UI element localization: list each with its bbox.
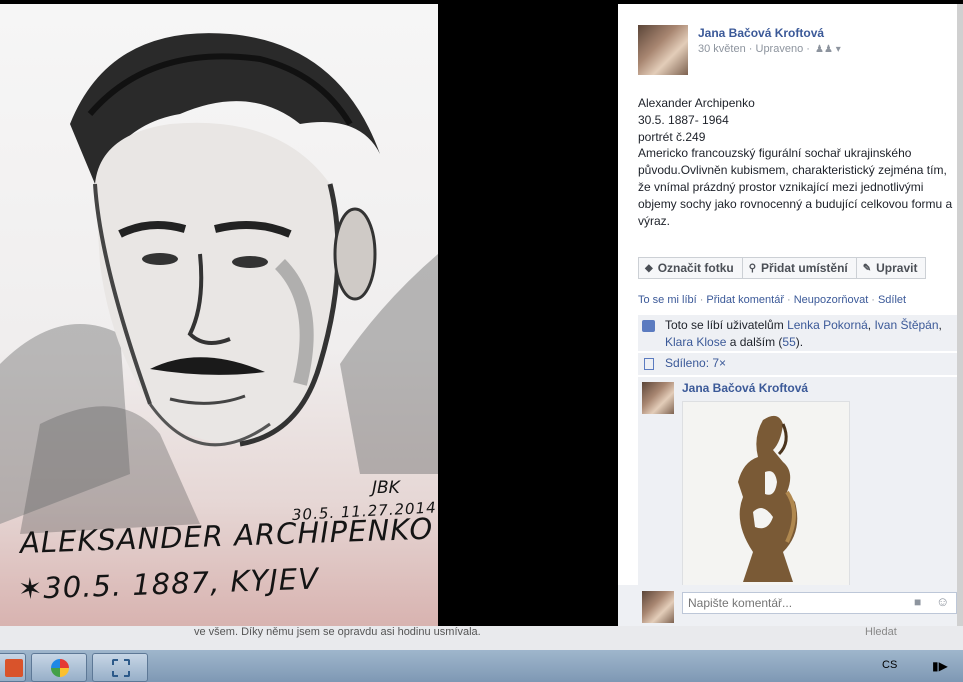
edit-button[interactable]: ✎ Upravit bbox=[855, 257, 927, 279]
camera-icon[interactable]: ■ bbox=[914, 595, 928, 609]
add-location-label: Přidat umístění bbox=[761, 261, 848, 275]
photo-viewer: JBK 30.5. 11.27.2014 ALEKSANDER ARCHIPEN… bbox=[0, 0, 963, 682]
unfollow-link[interactable]: Neupozorňovat bbox=[794, 294, 869, 306]
shares-link[interactable]: Sdíleno: 7× bbox=[665, 356, 726, 370]
comment: Jana Bačová Kroftová bbox=[638, 377, 958, 589]
post-sidebar: Jana Bačová Kroftová 30 květen · Upraven… bbox=[618, 4, 963, 626]
like-link[interactable]: To se mi líbí bbox=[638, 294, 697, 306]
likes-middle: a dalším ( bbox=[726, 334, 783, 349]
taskbar-app-button[interactable] bbox=[92, 653, 148, 682]
comment-photo[interactable] bbox=[682, 401, 850, 589]
commenter-avatar[interactable] bbox=[642, 382, 674, 414]
author-name[interactable]: Jana Bačová Kroftová bbox=[698, 26, 824, 40]
meta-separator: · bbox=[748, 43, 753, 55]
edit-label: Upravit bbox=[876, 261, 918, 275]
pencil-icon: ✎ bbox=[862, 262, 872, 274]
taskbar-app-button[interactable] bbox=[31, 653, 87, 682]
likes-text: Toto se líbí uživatelům Lenka Pokorná, I… bbox=[665, 317, 955, 350]
link-separator: · bbox=[787, 294, 791, 306]
app-icon bbox=[5, 659, 23, 677]
friends-icon[interactable]: ♟♟ ▾ bbox=[815, 44, 841, 55]
scrollbar[interactable] bbox=[957, 4, 963, 626]
post-date[interactable]: 30 květen bbox=[698, 43, 746, 55]
add-location-button[interactable]: ⚲ Přidat umístění bbox=[741, 257, 857, 279]
edited-label[interactable]: Upraveno bbox=[756, 43, 804, 55]
taskbar bbox=[0, 650, 963, 682]
post-meta: 30 květen · Upraveno · ♟♟ ▾ bbox=[698, 43, 841, 55]
post-text-line: portrét č.249 bbox=[638, 129, 706, 144]
artist-signature: JBK bbox=[372, 478, 400, 498]
shares-summary: Sdíleno: 7× bbox=[638, 353, 958, 375]
language-indicator[interactable]: CS bbox=[882, 659, 897, 671]
sculpture-image bbox=[738, 415, 798, 582]
current-user-avatar bbox=[642, 591, 674, 623]
picasa-icon bbox=[51, 659, 69, 677]
likes-suffix: ). bbox=[795, 334, 804, 349]
likes-prefix: Toto se líbí uživatelům bbox=[665, 318, 788, 332]
liker-link[interactable]: Klara Klose bbox=[665, 335, 726, 349]
tray-icons[interactable]: ▮▶ bbox=[932, 659, 948, 673]
emoji-icon[interactable]: ☺ bbox=[936, 594, 949, 609]
post-links: To se mi líbí · Přidat komentář · Neupozorňo… bbox=[638, 294, 906, 306]
snipping-tool-icon bbox=[112, 659, 130, 677]
post-description: Alexander Archipenko 30.5. 1887- 1964 po… bbox=[638, 95, 956, 229]
author-avatar[interactable] bbox=[638, 25, 688, 75]
share-link[interactable]: Sdílet bbox=[878, 294, 906, 306]
portrait-drawing[interactable]: JBK 30.5. 11.27.2014 ALEKSANDER ARCHIPEN… bbox=[0, 4, 438, 626]
likes-summary: Toto se líbí uživatelům Lenka Pokorná, I… bbox=[638, 315, 958, 351]
tag-icon: ◆ bbox=[645, 262, 653, 274]
add-comment-link[interactable]: Přidat komentář bbox=[706, 294, 784, 306]
location-pin-icon: ⚲ bbox=[748, 262, 757, 274]
comment-composer: ■ ☺ bbox=[618, 585, 963, 626]
tag-photo-label: Označit fotku bbox=[657, 261, 734, 275]
liker-link[interactable]: Lenka Pokorná bbox=[787, 318, 868, 332]
commenter-name[interactable]: Jana Bačová Kroftová bbox=[682, 381, 808, 395]
photo-stage: JBK 30.5. 11.27.2014 ALEKSANDER ARCHIPEN… bbox=[0, 0, 618, 626]
share-icon bbox=[644, 358, 654, 370]
likes-comma: , bbox=[938, 318, 942, 332]
post-text-line: Americko francouzský figurální sochař uk… bbox=[638, 146, 956, 228]
meta-separator: · bbox=[806, 43, 810, 55]
taskbar-app-button[interactable] bbox=[0, 653, 26, 682]
background-page bbox=[0, 626, 963, 650]
post-text-line: Alexander Archipenko bbox=[638, 96, 755, 110]
background-page-text: ve všem. Díky němu jsem se opravdu asi h… bbox=[194, 626, 481, 638]
link-separator: · bbox=[699, 294, 704, 306]
like-thumb-icon bbox=[642, 320, 655, 332]
link-separator: · bbox=[871, 294, 875, 306]
tag-photo-button[interactable]: ◆ Označit fotku bbox=[638, 257, 743, 279]
liker-link[interactable]: Ivan Štěpán bbox=[874, 318, 938, 332]
post-text-line: 30.5. 1887- 1964 bbox=[638, 112, 729, 127]
photo-actions: ◆ Označit fotku ⚲ Přidat umístění ✎ Upra… bbox=[638, 257, 927, 279]
likes-count-link[interactable]: 55 bbox=[782, 335, 795, 349]
background-search: Hledat bbox=[865, 626, 897, 638]
